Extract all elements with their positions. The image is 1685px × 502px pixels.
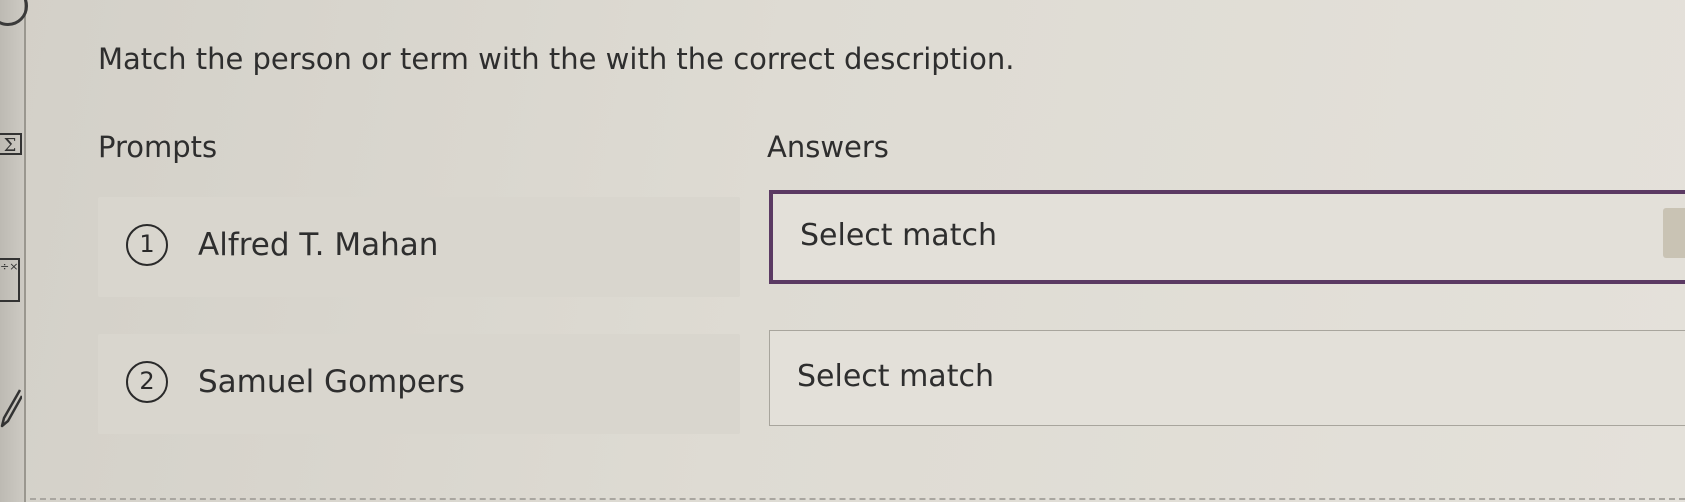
question-text: Match the person or term with the with t… bbox=[98, 42, 1015, 76]
answers-header: Answers bbox=[767, 130, 889, 164]
prompt-row: 1 Alfred T. Mahan bbox=[98, 197, 740, 297]
panel-bottom-edge bbox=[30, 498, 1685, 500]
prompt-number-badge: 2 bbox=[126, 361, 168, 403]
left-toolbar: Σ ÷× bbox=[0, 0, 28, 502]
answer-select-2[interactable]: Select match bbox=[769, 330, 1685, 426]
select-placeholder: Select match bbox=[797, 359, 994, 394]
prompts-header: Prompts bbox=[98, 130, 218, 164]
select-placeholder: Select match bbox=[800, 218, 997, 253]
sigma-icon[interactable]: Σ bbox=[0, 133, 22, 156]
calculator-icon[interactable]: ÷× bbox=[0, 258, 20, 302]
prompt-number-badge: 1 bbox=[126, 224, 168, 266]
prompt-label: Alfred T. Mahan bbox=[198, 227, 439, 263]
scroll-handle[interactable] bbox=[1663, 208, 1685, 258]
pencil-icon[interactable] bbox=[0, 388, 22, 428]
prompt-label: Samuel Gompers bbox=[198, 364, 465, 400]
clock-icon[interactable] bbox=[0, 0, 28, 26]
answer-select-1[interactable]: Select match bbox=[769, 190, 1685, 284]
prompt-row: 2 Samuel Gompers bbox=[98, 334, 740, 434]
